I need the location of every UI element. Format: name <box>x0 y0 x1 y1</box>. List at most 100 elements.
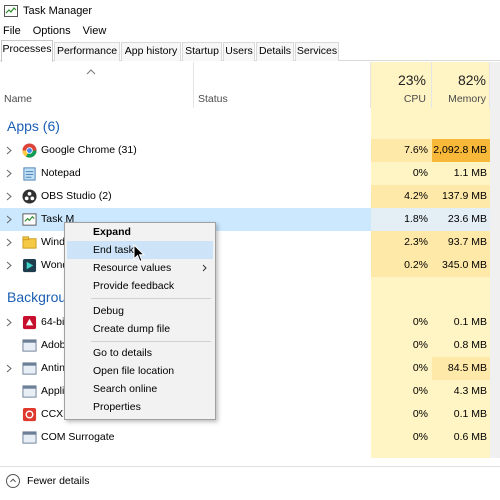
window-icon <box>22 431 37 444</box>
tab-app-history[interactable]: App history <box>121 42 181 61</box>
mouse-cursor-icon <box>133 244 145 263</box>
menu-item-label: Resource values <box>93 262 172 274</box>
process-cpu: 1.8% <box>371 208 432 231</box>
notepad-icon <box>23 167 36 181</box>
process-memory: 0.8 MB <box>453 339 487 351</box>
memory-total-percent: 82% <box>457 72 486 88</box>
obs-icon <box>22 189 37 204</box>
process-name: Google Chrome (31) <box>41 144 137 156</box>
process-memory: 0.1 MB <box>453 408 487 420</box>
process-name: Adob <box>41 339 66 351</box>
process-memory: 137.9 MB <box>432 185 490 208</box>
explorer-icon <box>22 236 37 249</box>
menu-separator <box>91 298 211 299</box>
name-column-label: Name <box>4 93 33 105</box>
process-cpu: 0% <box>412 385 428 397</box>
process-memory: 345.0 MB <box>432 254 490 277</box>
process-memory: 0.1 MB <box>453 316 487 328</box>
tab-performance[interactable]: Performance <box>54 42 120 61</box>
menu-view[interactable]: View <box>83 25 107 37</box>
chevron-right-icon[interactable] <box>6 318 12 327</box>
menu-options[interactable]: Options <box>33 25 71 37</box>
process-cpu: 7.6% <box>371 139 432 162</box>
footer: Fewer details <box>0 466 500 500</box>
submenu-arrow-icon <box>202 264 207 272</box>
menu-bar: File Options View <box>0 22 118 40</box>
process-cpu: 0% <box>412 339 428 351</box>
process-cpu: 0% <box>412 431 428 443</box>
chevron-right-icon[interactable] <box>6 192 12 201</box>
fewer-details-link[interactable]: Fewer details <box>27 475 89 487</box>
window-icon <box>22 339 37 352</box>
chevron-right-icon[interactable] <box>6 364 12 373</box>
tab-details[interactable]: Details <box>256 42 294 61</box>
process-name: Wind <box>41 236 65 248</box>
menu-item-properties[interactable]: Properties <box>67 398 213 416</box>
column-header: Name Status 23% CPU 82% Memory <box>0 62 500 108</box>
process-name: Notepad <box>41 167 81 179</box>
process-memory: 23.6 MB <box>432 208 490 231</box>
cpu-column-label: CPU <box>403 93 426 105</box>
process-name: OBS Studio (2) <box>41 190 112 202</box>
menu-file[interactable]: File <box>3 25 21 37</box>
process-memory: 84.5 MB <box>432 357 490 380</box>
menu-item-go-to-details[interactable]: Go to details <box>67 344 213 362</box>
name-column-header[interactable]: Name <box>0 62 194 108</box>
process-memory: 4.3 MB <box>453 385 487 397</box>
process-row-notepad[interactable]: Notepad 0% 1.1 MB <box>0 162 490 185</box>
task-manager-icon <box>4 5 18 17</box>
chevron-right-icon[interactable] <box>6 169 12 178</box>
chevron-right-icon[interactable] <box>6 215 12 224</box>
process-cpu: 2.3% <box>371 231 432 254</box>
process-name: Appli <box>41 385 65 397</box>
tab-startup[interactable]: Startup <box>182 42 222 61</box>
chevron-right-icon[interactable] <box>6 261 12 270</box>
tab-processes[interactable]: Processes <box>1 40 53 62</box>
vertical-scrollbar[interactable] <box>490 62 500 458</box>
apps-section-header: Apps (6) <box>7 118 60 134</box>
menu-item-create-dump-file[interactable]: Create dump file <box>67 320 213 338</box>
menu-separator <box>91 341 211 342</box>
app-icon <box>22 407 37 422</box>
process-memory: 93.7 MB <box>432 231 490 254</box>
tab-users[interactable]: Users <box>223 42 255 61</box>
process-cpu: 0% <box>412 362 428 374</box>
menu-item-provide-feedback[interactable]: Provide feedback <box>67 277 213 295</box>
process-cpu: 0% <box>412 408 428 420</box>
process-name: Antin <box>41 362 65 374</box>
process-name: COM Surrogate <box>41 431 115 443</box>
app-icon <box>22 315 37 330</box>
process-name: 64-bi <box>41 316 65 328</box>
process-row-google-chrome[interactable]: Google Chrome (31) 7.6% 2,092.8 MB <box>0 139 490 162</box>
chrome-icon <box>22 143 37 158</box>
process-memory: 0.6 MB <box>453 431 487 443</box>
background-processes-section-header: Backgrou <box>7 289 67 305</box>
status-column-header[interactable] <box>194 62 371 108</box>
process-cpu: 0.2% <box>371 254 432 277</box>
menu-item-debug[interactable]: Debug <box>67 302 213 320</box>
memory-column-header[interactable]: 82% Memory <box>432 62 490 108</box>
process-memory: 2,092.8 MB <box>432 139 490 162</box>
window-icon <box>22 362 37 375</box>
menu-item-search-online[interactable]: Search online <box>67 380 213 398</box>
menu-item-open-file-location[interactable]: Open file location <box>67 362 213 380</box>
cpu-total-percent: 23% <box>397 72 426 88</box>
window-title: Task Manager <box>23 5 93 17</box>
task-manager-icon <box>22 213 37 226</box>
memory-column-label: Memory <box>448 93 486 105</box>
chevron-right-icon[interactable] <box>6 238 12 247</box>
cpu-column-header[interactable]: 23% CPU <box>371 62 432 108</box>
wondershare-icon <box>22 258 37 273</box>
process-cpu: 0% <box>412 167 428 179</box>
tab-services[interactable]: Services <box>295 42 339 61</box>
chevron-up-icon[interactable] <box>6 474 20 488</box>
process-cpu: 4.2% <box>371 185 432 208</box>
process-cpu: 0% <box>412 316 428 328</box>
title-bar: Task Manager <box>0 0 500 22</box>
sort-ascending-icon <box>86 69 96 75</box>
chevron-right-icon[interactable] <box>6 146 12 155</box>
menu-item-expand[interactable]: Expand <box>67 223 213 241</box>
window-icon <box>22 385 37 398</box>
process-row-obs-studio[interactable]: OBS Studio (2) 4.2% 137.9 MB <box>0 185 490 208</box>
process-row-com-surrogate[interactable]: COM Surrogate 0% 0.6 MB <box>0 426 490 449</box>
